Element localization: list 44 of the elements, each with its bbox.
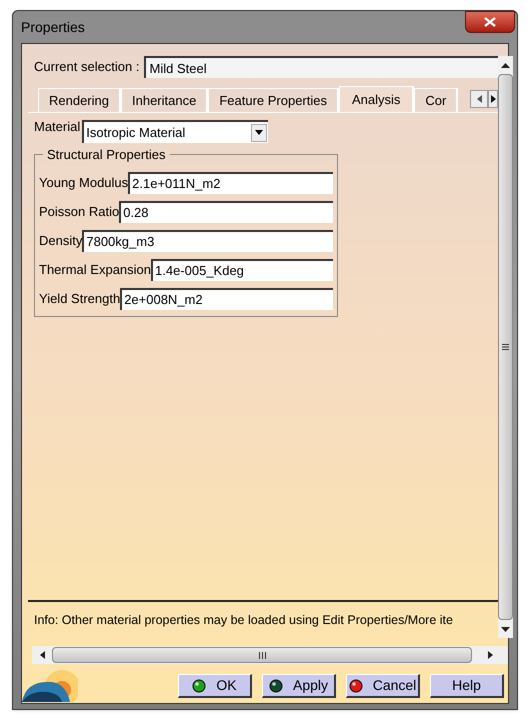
grip-icon	[502, 344, 510, 350]
tab[interactable]: Inheritance	[121, 88, 208, 112]
tab[interactable]: Rendering	[38, 88, 121, 112]
property-label: Young Modulus	[39, 174, 128, 192]
property-field[interactable]: 7800kg_m3	[82, 230, 333, 252]
group-title: Structural Properties	[46, 146, 166, 164]
dialog-button[interactable]: OK	[178, 674, 252, 698]
dialog-button[interactable]: Cancel	[346, 674, 420, 698]
status-light-icon	[348, 678, 363, 692]
tab[interactable]: Analysis	[339, 86, 414, 112]
tab-scroll-right-button[interactable]	[488, 90, 498, 108]
down-arrow-icon	[501, 626, 510, 632]
right-arrow-icon	[490, 95, 496, 103]
info-text: Info: Other material properties may be loaded using Edit Properties/More ite	[34, 612, 453, 629]
close-icon	[484, 17, 496, 27]
current-selection-field[interactable]: Mild Steel	[144, 56, 498, 78]
property-field[interactable]: 2.1e+011N_m2	[128, 172, 333, 194]
tab[interactable]: Feature Properties	[208, 88, 339, 112]
close-button[interactable]	[465, 11, 515, 33]
property-field[interactable]: 1.4e-005_Kdeg	[151, 258, 333, 280]
material-label: Material	[34, 118, 80, 136]
status-light-icon	[268, 678, 283, 692]
property-label: Poisson Ratio	[39, 202, 120, 221]
dialog-button[interactable]: Apply	[262, 674, 336, 698]
vertical-scrollbar[interactable]	[498, 56, 514, 638]
left-arrow-icon	[476, 95, 482, 103]
property-label: Density	[39, 232, 82, 250]
property-field[interactable]: 0.28	[119, 200, 333, 222]
grip-icon	[258, 652, 266, 658]
current-selection-label: Current selection :	[34, 58, 140, 76]
material-dropdown[interactable]: Isotropic Material	[82, 120, 268, 143]
horizontal-scrollbar[interactable]	[32, 646, 508, 664]
window-title: Properties	[21, 18, 85, 37]
status-light-icon	[192, 678, 206, 692]
right-arrow-icon	[488, 651, 492, 659]
up-arrow-icon	[501, 62, 510, 68]
dropdown-arrow-icon	[255, 130, 264, 135]
property-field[interactable]: 2e+008N_m2	[120, 288, 333, 310]
property-label: Yield Strength	[39, 290, 120, 308]
tab[interactable]: Cor	[414, 88, 458, 112]
tab-scroll-left-button[interactable]	[470, 90, 488, 108]
left-arrow-icon	[40, 651, 44, 659]
dialog-button[interactable]: Help	[430, 674, 504, 698]
property-label: Thermal Expansion	[39, 260, 151, 279]
